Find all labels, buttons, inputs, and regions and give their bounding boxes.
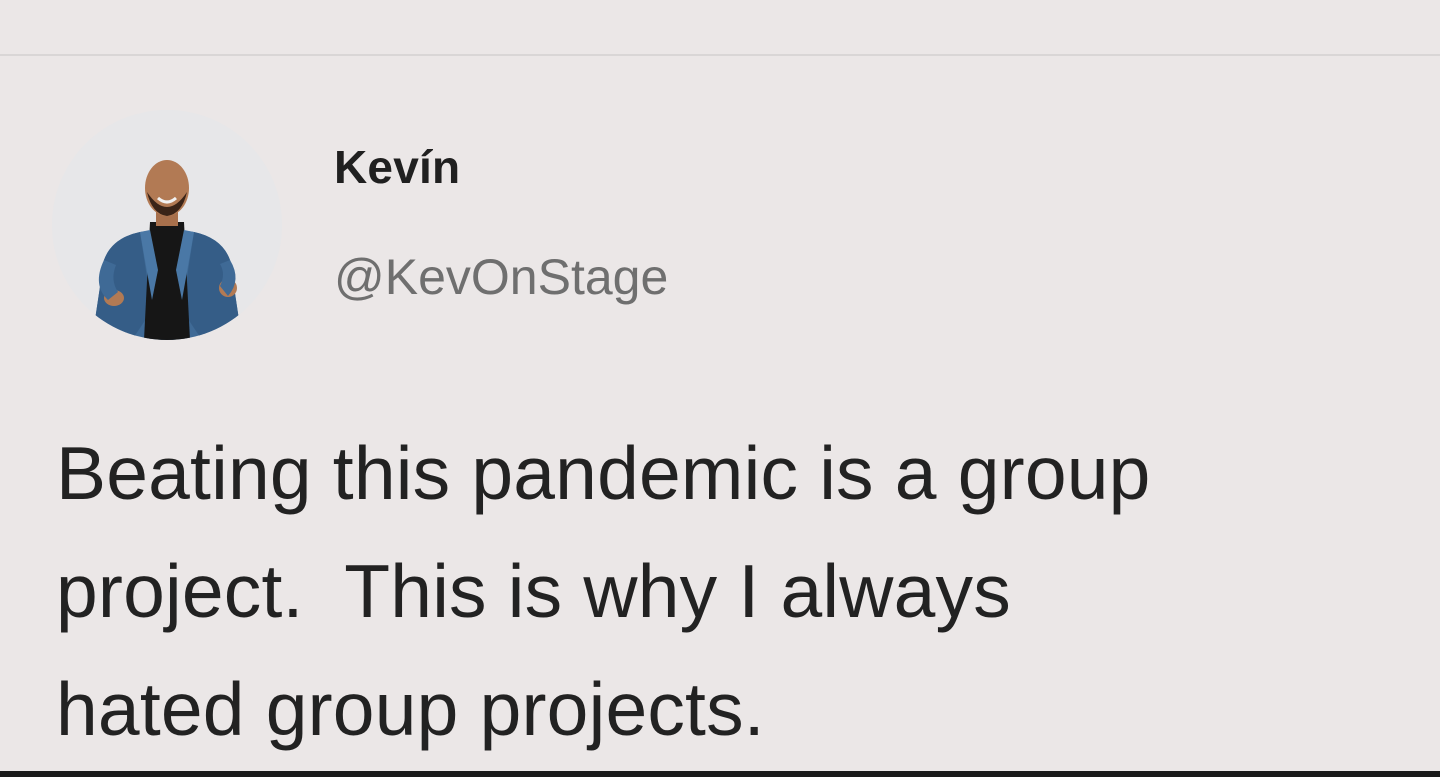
user-handle[interactable]: @KevOnStage <box>334 252 668 302</box>
tweet-card[interactable]: Kevín @KevOnStage Beating this pandemic … <box>0 56 1440 770</box>
top-strip <box>0 0 1440 54</box>
avatar-photo <box>52 110 282 340</box>
tweet-text-line: Beating this pandemic is a group <box>56 431 1151 515</box>
tweet-text: Beating this pandemic is a group project… <box>56 414 1426 768</box>
bottom-edge <box>0 771 1440 777</box>
avatar[interactable] <box>52 110 282 340</box>
display-name[interactable]: Kevín <box>334 144 460 190</box>
tweet-text-line: project. This is why I always <box>56 549 1011 633</box>
tweet-text-line: hated group projects. <box>56 667 765 751</box>
